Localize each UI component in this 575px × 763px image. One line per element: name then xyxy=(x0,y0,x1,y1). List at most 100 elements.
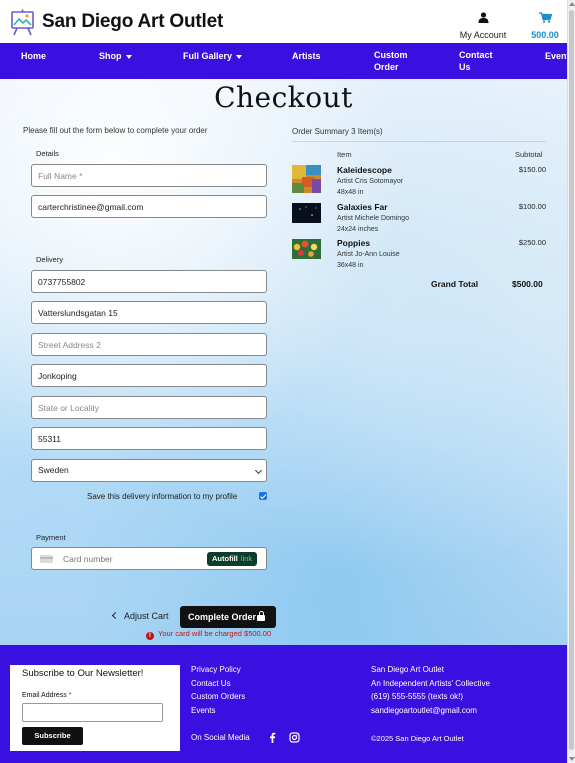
adjust-cart-label: Adjust Cart xyxy=(124,611,169,621)
nav-events[interactable]: Events xyxy=(545,50,567,62)
newsletter-title: Subscribe to Our Newsletter! xyxy=(22,668,144,679)
nav-custom-order[interactable]: Custom Order xyxy=(374,49,414,73)
newsletter-box: Subscribe to Our Newsletter! Email Addre… xyxy=(10,665,180,751)
nav-shop-label: Shop xyxy=(99,51,122,61)
nav-shop[interactable]: Shop xyxy=(99,50,132,62)
city-field[interactable] xyxy=(31,364,267,387)
chevron-down-icon xyxy=(236,54,243,59)
lock-icon xyxy=(257,611,265,621)
newsletter-email-input[interactable] xyxy=(22,703,163,722)
item-size: 48x48 in xyxy=(337,189,364,196)
email-label-text: Email Address xyxy=(22,692,67,699)
item-price: $150.00 xyxy=(518,165,546,174)
footer-link-contact-us[interactable]: Contact Us xyxy=(191,679,231,688)
charge-notice: ! Your card will be charged $500.00 xyxy=(146,629,271,640)
copyright: ©2025 San Diego Art Outlet xyxy=(371,734,464,743)
cart-button[interactable]: 500.00 xyxy=(528,10,562,40)
order-item: Galaxies Far Artist Michele Domingo 24x2… xyxy=(292,202,546,238)
save-delivery-label: Save this delivery information to my pro… xyxy=(87,492,238,501)
order-summary-divider xyxy=(292,141,546,142)
social-media-label: On Social Media xyxy=(191,733,250,742)
item-size: 36x48 in xyxy=(337,262,364,269)
scroll-down-arrow-icon[interactable] xyxy=(569,757,575,761)
footer-email[interactable]: sandiegoartoutlet@gmail.com xyxy=(371,706,477,715)
footer-phone[interactable]: (619) 555-5555 (texts ok!) xyxy=(371,692,463,701)
footer-link-events[interactable]: Events xyxy=(191,706,215,715)
nav-contact-us[interactable]: Contact Us xyxy=(459,49,497,73)
item-name[interactable]: Kaleidescope xyxy=(337,165,392,175)
column-header-item: Item xyxy=(337,150,352,159)
newsletter-email-label: Email Address * xyxy=(22,692,71,699)
required-mark: * xyxy=(68,692,72,699)
form-intro: Please fill out the form below to comple… xyxy=(23,126,208,135)
adjust-cart-button[interactable]: Adjust Cart xyxy=(111,611,169,621)
delivery-label: Delivery xyxy=(36,255,64,264)
nav-full-gallery[interactable]: Full Gallery xyxy=(183,50,243,62)
checkout-main: Checkout Please fill out the form below … xyxy=(0,79,567,645)
nav-artists[interactable]: Artists xyxy=(292,50,321,62)
scroll-thumb[interactable] xyxy=(569,10,574,750)
header: San Diego Art Outlet My Account 500.00 xyxy=(0,0,567,43)
footer-link-privacy-policy[interactable]: Privacy Policy xyxy=(191,665,241,674)
alert-icon: ! xyxy=(146,632,154,640)
item-size: 24x24 inches xyxy=(337,226,379,233)
grand-total-value: $500.00 xyxy=(512,279,543,289)
order-item: Kaleidescope Artist Cris Sotomayor 48x48… xyxy=(292,165,546,201)
nav-full-gallery-label: Full Gallery xyxy=(183,51,233,61)
charge-notice-text: Your card will be charged $500.00 xyxy=(158,629,272,638)
item-name[interactable]: Galaxies Far xyxy=(337,202,388,212)
artwork-thumbnail[interactable] xyxy=(292,239,321,259)
scrollbar[interactable] xyxy=(567,0,575,763)
column-header-subtotal: Subtotal xyxy=(515,150,543,159)
details-label: Details xyxy=(36,149,59,158)
scroll-up-arrow-icon[interactable] xyxy=(569,2,575,6)
my-account-button[interactable]: My Account xyxy=(456,10,510,40)
country-select[interactable]: Sweden xyxy=(31,459,267,482)
street-address-1-field[interactable] xyxy=(31,301,267,324)
footer-tagline: An Independent Artists' Collective xyxy=(371,679,490,688)
subscribe-button[interactable]: Subscribe xyxy=(22,727,83,745)
item-name[interactable]: Poppies xyxy=(337,238,370,248)
card-number-field[interactable]: Card number Autofill link xyxy=(31,547,267,570)
autofill-label: Autofill xyxy=(212,554,238,563)
street-address-2-field[interactable] xyxy=(31,333,267,356)
order-item: Poppies Artist Jo-Ann Louise 36x48 in $2… xyxy=(292,238,546,274)
save-delivery-checkbox[interactable] xyxy=(259,492,267,500)
item-price: $250.00 xyxy=(518,238,546,247)
footer-company-name: San Diego Art Outlet xyxy=(371,665,444,674)
my-account-label: My Account xyxy=(459,30,507,40)
complete-order-button[interactable]: Complete Order xyxy=(180,606,276,628)
user-icon xyxy=(478,12,488,23)
instagram-icon[interactable] xyxy=(289,732,300,743)
country-value: Sweden xyxy=(38,465,69,475)
order-summary-title: Order Summary 3 Item(s) xyxy=(292,127,383,136)
item-artist: Artist Jo-Ann Louise xyxy=(337,251,400,258)
cart-amount: 500.00 xyxy=(531,30,559,40)
main-nav: Home Shop Full Gallery Artists Custom Or… xyxy=(0,43,567,79)
postcode-field[interactable] xyxy=(31,427,267,450)
item-price: $100.00 xyxy=(518,202,546,211)
chevron-left-icon xyxy=(111,611,120,620)
state-field[interactable] xyxy=(31,396,267,419)
easel-logo-icon[interactable] xyxy=(10,9,35,36)
card-number-placeholder: Card number xyxy=(63,554,113,564)
brand-name[interactable]: San Diego Art Outlet xyxy=(42,11,223,33)
payment-label: Payment xyxy=(36,533,66,542)
link-brand-label: link xyxy=(240,554,253,563)
full-name-field[interactable] xyxy=(31,164,267,187)
chevron-down-icon xyxy=(125,54,132,59)
autofill-link-button[interactable]: Autofill link xyxy=(207,552,258,566)
chevron-down-icon xyxy=(254,466,263,475)
nav-home[interactable]: Home xyxy=(21,50,46,62)
grand-total-label: Grand Total xyxy=(431,279,479,289)
footer-link-custom-orders[interactable]: Custom Orders xyxy=(191,692,245,701)
artwork-thumbnail[interactable] xyxy=(292,203,321,223)
cart-icon xyxy=(538,12,552,23)
email-field[interactable] xyxy=(31,195,267,218)
credit-card-icon xyxy=(40,555,53,563)
facebook-icon[interactable] xyxy=(267,732,278,743)
artwork-thumbnail[interactable] xyxy=(292,165,321,193)
phone-field[interactable] xyxy=(31,270,267,293)
page-title: Checkout xyxy=(214,81,353,114)
item-artist: Artist Michele Domingo xyxy=(337,215,409,222)
